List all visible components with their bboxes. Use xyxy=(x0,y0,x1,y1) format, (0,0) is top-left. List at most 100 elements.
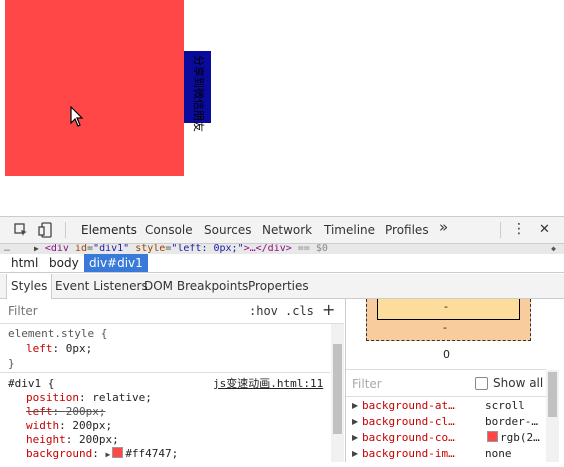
computed-scrollbar[interactable] xyxy=(546,370,559,462)
property-name: height xyxy=(26,433,66,446)
style-property[interactable]: height: 200px; xyxy=(26,433,119,447)
property-value: 200px; xyxy=(65,405,106,418)
computed-property-row[interactable]: ▶ background-im… none xyxy=(346,446,546,462)
expand-triangle-icon[interactable]: ▶ xyxy=(34,244,39,253)
breadcrumb: html body div#div1 xyxy=(0,254,564,273)
ellipsis-text: … xyxy=(4,244,11,254)
hov-toggle[interactable]: :hov xyxy=(249,304,278,318)
tab-sources[interactable]: Sources xyxy=(204,223,251,237)
source-file-link[interactable]: js变速动画.html:11 xyxy=(213,377,323,391)
selected-dom-node-line[interactable]: … ▶ <div id="div1" style="left: 0px;">…<… xyxy=(0,244,564,254)
devtools-toolbar: Elements Console Sources Network Timelin… xyxy=(0,217,564,244)
tab-dom-breakpoints[interactable]: DOM Breakpoints xyxy=(140,274,252,298)
computed-property-value: none xyxy=(485,447,512,460)
tab-event-listeners[interactable]: Event Listeners xyxy=(51,274,152,298)
overridden-style-property[interactable]: left: 200px; xyxy=(26,405,106,419)
customize-menu-icon[interactable]: ⋮ xyxy=(512,222,526,236)
share-sidebar-tab[interactable]: 分享到微信朋友 xyxy=(184,51,211,132)
page-viewport: 分享到微信朋友 xyxy=(0,0,564,216)
breadcrumb-html[interactable]: html xyxy=(6,254,43,272)
computed-pane: - - 0 Filter Show all ▶ background-at… s… xyxy=(345,299,564,462)
property-value: relative; xyxy=(92,391,152,404)
expand-triangle-icon[interactable]: ▶ xyxy=(352,430,358,446)
attr-id-name: id xyxy=(74,244,88,254)
tag-close: >…</div> xyxy=(243,244,292,254)
dollar-zero: == $0 xyxy=(291,244,328,254)
expand-triangle-icon[interactable]: ▶ xyxy=(105,450,110,459)
style-property[interactable]: width: 200px; xyxy=(26,419,112,433)
style-property[interactable]: background: ▶ #ff4747; xyxy=(26,447,178,462)
color-swatch[interactable] xyxy=(487,431,498,442)
dom-node-text: ▶ <div id="div1" style="left: 0px;">…</d… xyxy=(34,244,328,254)
computed-filter-input[interactable]: Filter xyxy=(352,377,382,391)
new-rule-plus-icon[interactable]: + xyxy=(322,300,335,319)
div1-style-rule: #div1 { js变速动画.html:11 position: relativ… xyxy=(0,377,330,467)
red-div1-box[interactable] xyxy=(5,0,184,176)
computed-property-name: background-at… xyxy=(362,399,455,412)
tab-network[interactable]: Network xyxy=(262,223,312,237)
tab-properties[interactable]: Properties xyxy=(244,274,313,298)
element-style-selector: element.style { xyxy=(8,327,108,340)
border-bottom-value[interactable]: - xyxy=(444,300,448,313)
border-box[interactable]: - xyxy=(377,299,520,320)
style-property[interactable]: position: relative; xyxy=(26,391,152,405)
box-model-diagram: - - 0 xyxy=(346,299,546,371)
show-all-label: Show all xyxy=(493,376,544,390)
tab-profiles[interactable]: Profiles xyxy=(385,223,429,237)
mouse-cursor-icon xyxy=(70,106,84,127)
expand-triangle-icon[interactable]: ▶ xyxy=(352,446,358,462)
share-text: 分享到微信朋友 xyxy=(192,55,205,132)
computed-property-name: background-cl… xyxy=(362,415,455,428)
margin-box[interactable]: - - xyxy=(366,299,531,341)
computed-filter-bar: Filter Show all xyxy=(346,370,546,397)
property-name: left xyxy=(26,342,53,355)
property-name: left xyxy=(26,405,53,418)
devtools-panel: Elements Console Sources Network Timelin… xyxy=(0,216,564,462)
attr-style-name: style xyxy=(135,244,166,254)
device-mode-icon[interactable] xyxy=(38,222,54,238)
scrollbar-thumb[interactable] xyxy=(548,372,557,417)
property-value: 200px; xyxy=(72,419,113,432)
property-name: background xyxy=(26,447,93,460)
color-swatch[interactable] xyxy=(112,447,124,458)
rule-close-brace: } xyxy=(8,357,15,370)
property-value: 0px; xyxy=(65,342,93,355)
property-value: 200px; xyxy=(79,433,119,446)
tab-timeline[interactable]: Timeline xyxy=(324,223,375,237)
margin-bottom-dash[interactable]: - xyxy=(443,321,447,334)
tab-elements[interactable]: Elements xyxy=(81,223,137,237)
inspect-element-icon[interactable] xyxy=(13,222,29,238)
expand-triangle-icon[interactable]: ▶ xyxy=(352,398,358,414)
property-value: #ff4747; xyxy=(125,447,179,460)
styles-pane: :hov .cls + element.style { left: 0px; }… xyxy=(0,299,344,462)
tab-styles[interactable]: Styles xyxy=(6,274,53,299)
styles-filter-input[interactable] xyxy=(8,304,128,318)
property-name: position xyxy=(26,391,79,404)
cls-toggle[interactable]: .cls xyxy=(285,304,314,318)
more-tabs-icon[interactable]: » xyxy=(439,220,448,235)
breadcrumb-div1[interactable]: div#div1 xyxy=(84,254,148,272)
position-bottom-value[interactable]: 0 xyxy=(443,348,450,361)
computed-property-row[interactable]: ▶ background-co… rgb(2… xyxy=(346,430,546,446)
sidebar-tabs: Styles Event Listeners DOM Breakpoints P… xyxy=(0,274,564,299)
scrollbar-thumb[interactable] xyxy=(333,344,342,434)
breadcrumb-body[interactable]: body xyxy=(44,254,84,272)
computed-property-name: background-co… xyxy=(362,431,455,444)
toolbar-divider xyxy=(500,222,501,238)
style-property[interactable]: left: 0px; xyxy=(26,341,92,356)
computed-property-row[interactable]: ▶ background-cl… border-… xyxy=(346,414,546,430)
expand-triangle-icon[interactable]: ▶ xyxy=(352,414,358,430)
div1-selector: #div1 { xyxy=(8,377,55,390)
close-devtools-icon[interactable]: ✕ xyxy=(539,223,550,237)
show-all-checkbox[interactable] xyxy=(475,377,488,390)
toolbar-divider xyxy=(65,222,66,238)
styles-filter-bar: :hov .cls + xyxy=(0,299,344,324)
scroll-arrows-icon[interactable]: ◆ xyxy=(551,244,556,254)
tab-console[interactable]: Console xyxy=(145,223,193,237)
element-style-rule: element.style { left: 0px; } xyxy=(0,324,330,373)
tag-open: <div xyxy=(44,244,75,254)
styles-scrollbar[interactable] xyxy=(331,324,344,462)
attr-style-value: "left: 0px;" xyxy=(171,244,244,254)
computed-property-name: background-im… xyxy=(362,447,455,460)
computed-property-row[interactable]: ▶ background-at… scroll xyxy=(346,398,546,414)
